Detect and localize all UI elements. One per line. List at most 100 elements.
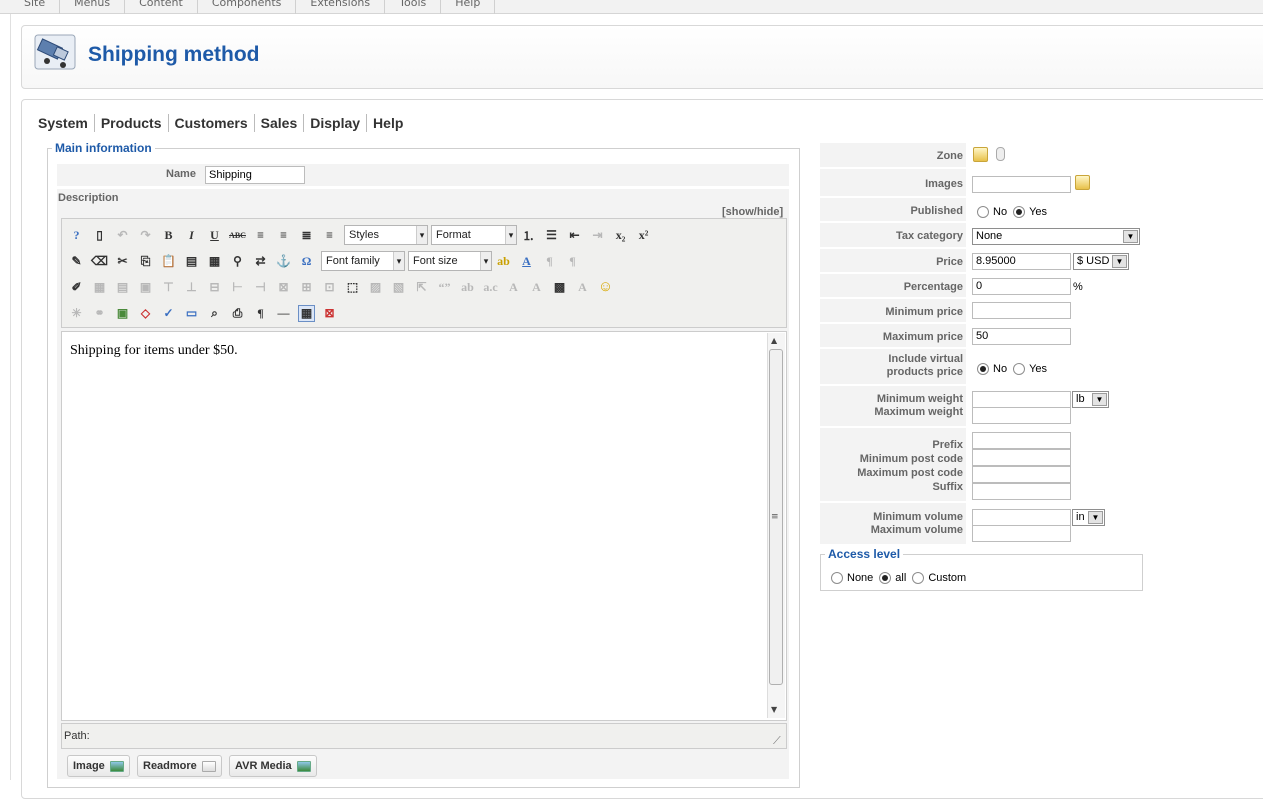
avr-media-button[interactable]: AVR Media xyxy=(229,755,317,777)
col-before-icon[interactable]: ⊢ xyxy=(229,279,246,296)
format-select[interactable]: Format xyxy=(431,225,517,245)
delete-zone-icon[interactable] xyxy=(996,147,1005,161)
image-icon[interactable]: ▣ xyxy=(114,305,131,322)
abbr-icon[interactable]: ab xyxy=(459,279,476,296)
access-custom-radio[interactable] xyxy=(912,572,925,584)
menu-extensions[interactable]: Extensions xyxy=(296,0,386,14)
help-icon[interactable]: ? xyxy=(68,227,85,244)
find-icon[interactable]: ⚲ xyxy=(229,253,246,270)
insert-break-icon[interactable]: ✳ xyxy=(68,305,85,322)
scroll-down-icon[interactable]: ▼ xyxy=(771,705,777,714)
edit-css-icon[interactable]: ✐ xyxy=(68,279,85,296)
undo-icon[interactable]: ↶ xyxy=(114,227,131,244)
split-cells-icon[interactable]: ⊞ xyxy=(298,279,315,296)
new-document-icon[interactable]: ▯ xyxy=(91,227,108,244)
images-input[interactable] xyxy=(972,176,1071,193)
edit-zone-icon[interactable] xyxy=(973,147,988,162)
redo-icon[interactable]: ↷ xyxy=(137,227,154,244)
pagebreak-icon[interactable]: ⊠ xyxy=(321,305,338,322)
min-price-input[interactable] xyxy=(972,302,1071,319)
menu-menus[interactable]: Menus xyxy=(60,0,126,14)
access-none-radio[interactable] xyxy=(831,572,843,584)
preview-icon[interactable]: ⌕ xyxy=(206,305,223,322)
menu-tools[interactable]: Tools xyxy=(385,0,442,14)
html-source-icon[interactable]: ◇ xyxy=(137,305,154,322)
paste-icon[interactable]: 📋 xyxy=(160,253,177,270)
image-button[interactable]: Image xyxy=(67,755,130,777)
paste-text-icon[interactable]: ▤ xyxy=(183,253,200,270)
rtl-icon[interactable]: ¶ xyxy=(564,253,581,270)
move-forward-icon[interactable]: ▨ xyxy=(367,279,384,296)
percentage-input[interactable]: 0 xyxy=(972,278,1071,295)
smiley-icon[interactable]: ☺ xyxy=(597,279,614,296)
edit-images-icon[interactable] xyxy=(1075,175,1090,190)
subscript-icon[interactable]: x₂ xyxy=(612,227,629,244)
paste-word-icon[interactable]: ▦ xyxy=(206,253,223,270)
nav-display[interactable]: Display xyxy=(304,114,368,132)
nav-products[interactable]: Products xyxy=(95,114,169,132)
layer-icon[interactable]: ⬚ xyxy=(344,279,361,296)
min-volume-input[interactable] xyxy=(972,509,1071,526)
menu-help[interactable]: Help xyxy=(441,0,496,14)
max-volume-input[interactable] xyxy=(972,525,1071,542)
replace-icon[interactable]: ⇄ xyxy=(252,253,269,270)
font-size-select[interactable]: Font size xyxy=(408,251,492,271)
merge-cells-icon[interactable]: ⊡ xyxy=(321,279,338,296)
prefix-input[interactable] xyxy=(972,432,1071,449)
menu-site[interactable]: Site xyxy=(10,0,61,14)
published-yes-radio[interactable] xyxy=(1013,206,1026,218)
name-input[interactable]: Shipping xyxy=(205,166,305,184)
numbered-list-icon[interactable]: ⒈ xyxy=(520,227,537,244)
readmore-button[interactable]: Readmore xyxy=(137,755,222,777)
table-insert-icon[interactable]: ▦ xyxy=(91,279,108,296)
resize-handle-icon[interactable]: ⟋ xyxy=(773,734,781,748)
styleprops-icon[interactable]: A xyxy=(574,279,591,296)
nav-sales[interactable]: Sales xyxy=(255,114,305,132)
absolute-icon[interactable]: ⇱ xyxy=(413,279,430,296)
align-justify-icon[interactable]: ≣ xyxy=(298,227,315,244)
include-virtual-yes-radio[interactable] xyxy=(1013,363,1026,375)
align-right-icon[interactable]: ≡ xyxy=(321,227,338,244)
align-left-icon[interactable]: ≡ xyxy=(252,227,269,244)
link-icon[interactable]: ⚭ xyxy=(91,305,108,322)
menu-content[interactable]: Content xyxy=(125,0,198,14)
acronym-icon[interactable]: a.c xyxy=(482,279,499,296)
cite-icon[interactable]: “” xyxy=(436,279,453,296)
copy-icon[interactable]: ⎘ xyxy=(137,253,154,270)
min-weight-input[interactable] xyxy=(972,391,1071,408)
bullet-list-icon[interactable]: ☰ xyxy=(543,227,560,244)
published-no-radio[interactable] xyxy=(977,206,989,218)
font-family-select[interactable]: Font family xyxy=(321,251,405,271)
tax-category-select[interactable]: None ▼ xyxy=(972,228,1140,245)
align-center-icon[interactable]: ≡ xyxy=(275,227,292,244)
menu-components[interactable]: Components xyxy=(198,0,297,14)
eraser-icon[interactable]: ⌫ xyxy=(91,253,108,270)
row-before-icon[interactable]: ⊤ xyxy=(160,279,177,296)
delete-col-icon[interactable]: ⊠ xyxy=(275,279,292,296)
attribs-icon[interactable]: ▩ xyxy=(551,279,568,296)
scroll-up-icon[interactable]: ▲ xyxy=(771,336,777,345)
editor-content-area[interactable] xyxy=(61,331,787,721)
table-cell-icon[interactable]: ▣ xyxy=(137,279,154,296)
currency-select[interactable]: $ USD ▼ xyxy=(1073,253,1129,270)
special-char-icon[interactable]: Ω xyxy=(298,253,315,270)
underline-icon[interactable]: U xyxy=(206,227,223,244)
bold-icon[interactable]: B xyxy=(160,227,177,244)
print-icon[interactable]: ⎙ xyxy=(229,305,246,322)
superscript-icon[interactable]: x² xyxy=(635,227,652,244)
italic-icon[interactable]: I xyxy=(183,227,200,244)
outdent-icon[interactable]: ⇤ xyxy=(566,227,583,244)
highlight-color-icon[interactable]: ab xyxy=(495,253,512,270)
ltr-icon[interactable]: ¶ xyxy=(541,253,558,270)
spellcheck-icon[interactable]: ✓ xyxy=(160,305,177,322)
max-postcode-input[interactable] xyxy=(972,466,1071,483)
access-all-radio[interactable] xyxy=(879,572,892,584)
visual-aid-icon[interactable]: ▦ xyxy=(298,304,315,322)
ins-icon[interactable]: A xyxy=(528,279,545,296)
fullscreen-icon[interactable]: ▭ xyxy=(183,305,200,322)
indent-icon[interactable]: ⇥ xyxy=(589,227,606,244)
nav-customers[interactable]: Customers xyxy=(169,114,255,132)
cut-icon[interactable]: ✂ xyxy=(114,253,131,270)
strikethrough-icon[interactable]: ABC xyxy=(229,227,246,244)
horizontal-rule-icon[interactable]: — xyxy=(275,305,292,322)
